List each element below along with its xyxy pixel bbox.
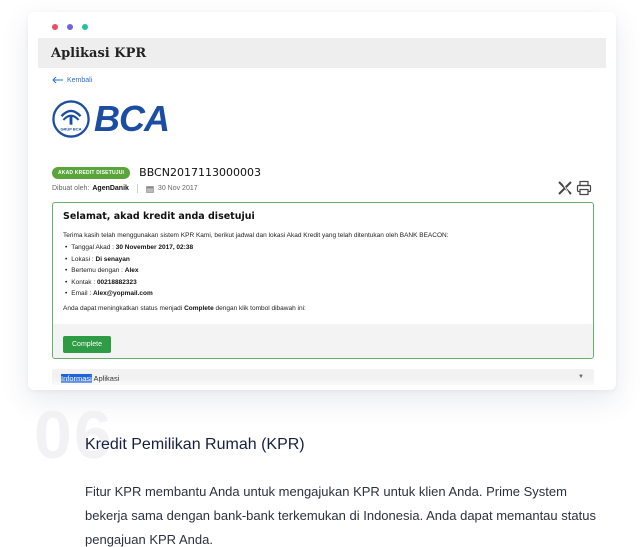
detail-email: Email : Alex@yopmail.com xyxy=(65,288,583,300)
detail-lokasi: Lokasi : Di senayan xyxy=(65,254,583,266)
excel-icon[interactable] xyxy=(557,180,573,196)
akad-details: Tanggal Akad : 30 November 2017, 02:38 L… xyxy=(65,242,583,300)
window-dots xyxy=(52,24,88,30)
printer-icon[interactable] xyxy=(576,180,592,196)
application-detail: Kembali GRUP BCA BCA AKAD KREDIT DISETUJ… xyxy=(50,68,596,390)
window-dot-red xyxy=(52,24,58,30)
detail-tanggal: Tanggal Akad : 30 November 2017, 02:38 xyxy=(65,242,583,254)
emblem-caption: GRUP BCA xyxy=(60,126,81,131)
meta-divider xyxy=(136,184,138,193)
window-dot-purple xyxy=(67,24,73,30)
notice-actions: Complete xyxy=(53,324,593,358)
status-badge: AKAD KREDIT DISETUJUI xyxy=(52,166,131,179)
feature-description: Fitur KPR membantu Anda untuk mengajukan… xyxy=(85,484,596,547)
notice-intro: Terima kasih telah menggunakan sistem KP… xyxy=(63,232,449,239)
bank-name: BCA xyxy=(94,98,170,139)
calendar-icon xyxy=(146,185,154,193)
content-fade xyxy=(50,378,596,390)
created-by-label: Dibuat oleh: xyxy=(52,185,90,192)
approval-notice: Selamat, akad kredit anda disetujui Teri… xyxy=(52,202,594,359)
app-screenshot-card: Aplikasi KPR Kembali GRUP BCA BCA AKAD K… xyxy=(28,12,616,390)
notice-footer: Anda dapat meningkatkan status menjadi C… xyxy=(63,304,306,312)
app-title: Aplikasi KPR xyxy=(51,45,147,61)
action-icons xyxy=(557,180,592,196)
detail-bertemu: Bertemu dengan : Alex xyxy=(65,265,583,277)
bank-logo: GRUP BCA BCA xyxy=(52,98,170,139)
complete-button[interactable]: Complete xyxy=(63,336,111,353)
application-meta: Dibuat oleh: AgenDanik 30 Nov 2017 xyxy=(52,184,198,193)
window-dot-green xyxy=(82,24,88,30)
status-row: AKAD KREDIT DISETUJUI BBCN2017113000003 xyxy=(52,166,261,179)
arrow-left-icon xyxy=(52,76,63,84)
bca-emblem-icon: GRUP BCA xyxy=(52,100,90,138)
detail-kontak: Kontak : 00218882323 xyxy=(65,277,583,289)
feature-number: 06 xyxy=(34,397,114,473)
created-by-value: AgenDanik xyxy=(92,185,129,192)
app-header: Aplikasi KPR xyxy=(38,38,606,68)
created-date: 30 Nov 2017 xyxy=(157,185,198,192)
feature-title: Kredit Pemilikan Rumah (KPR) xyxy=(85,436,305,453)
back-label: Kembali xyxy=(67,76,93,84)
application-reference: BBCN2017113000003 xyxy=(139,166,261,179)
notice-title: Selamat, akad kredit anda disetujui xyxy=(63,211,255,222)
back-link[interactable]: Kembali xyxy=(52,76,92,84)
